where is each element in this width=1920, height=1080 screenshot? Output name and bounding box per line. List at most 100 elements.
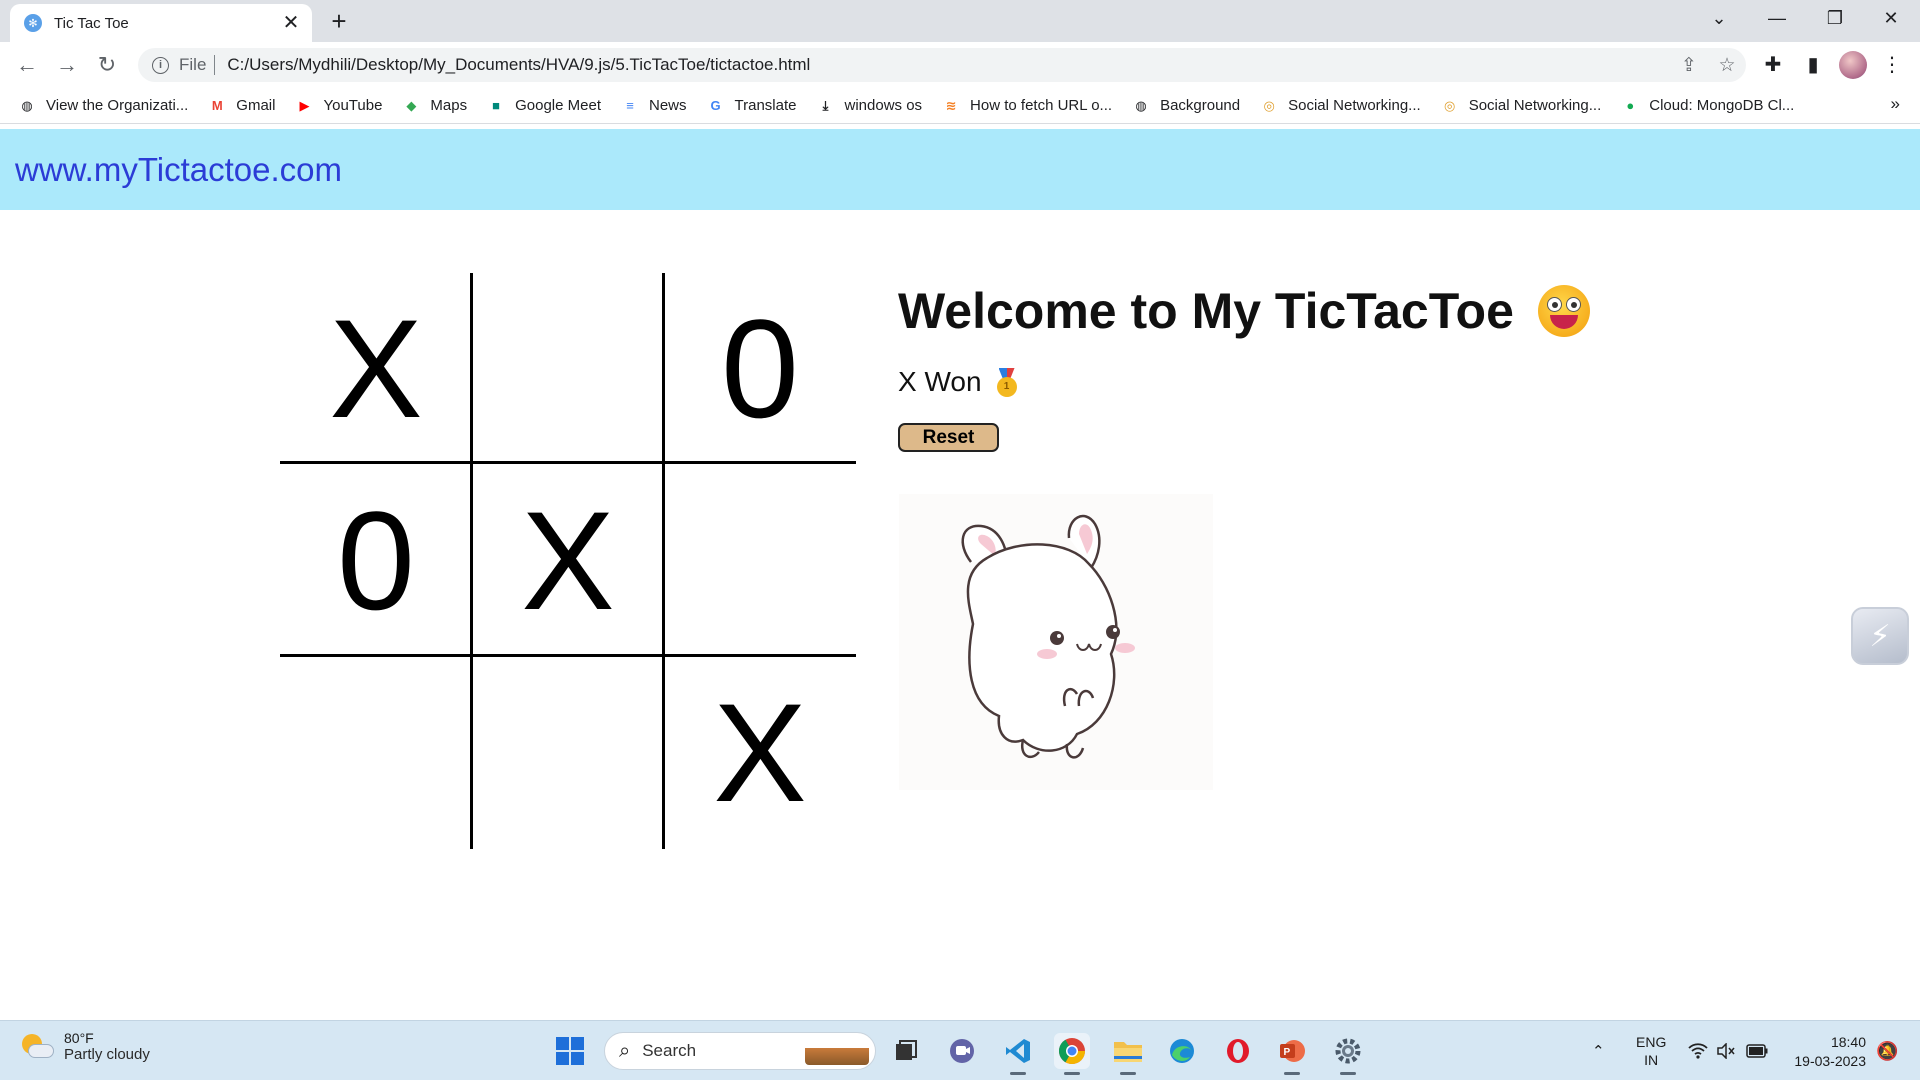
medal-icon: 1: [996, 368, 1018, 397]
tab-strip: ✻ Tic Tac Toe ✕ + ⌄ — ❐ ✕: [0, 0, 1920, 42]
bookmark-item[interactable]: ⤓ windows os: [817, 97, 923, 115]
board-cell-6[interactable]: [280, 657, 472, 849]
side-panel-icon[interactable]: ▮: [1798, 50, 1828, 80]
reload-button[interactable]: ↻: [92, 50, 122, 80]
site-info-icon[interactable]: i: [152, 56, 169, 74]
board-cell-4[interactable]: X: [472, 465, 664, 657]
board-cell-7[interactable]: [472, 657, 664, 849]
lightning-icon: ⚡: [1869, 619, 1891, 653]
lang-region: IN: [1644, 1052, 1659, 1068]
bookmark-item[interactable]: ◎ Social Networking...: [1260, 97, 1421, 115]
new-tab-button[interactable]: +: [324, 6, 354, 36]
bookmark-item[interactable]: ≡ News: [621, 97, 686, 115]
chrome-icon[interactable]: [1054, 1033, 1090, 1075]
edge-icon[interactable]: [1164, 1033, 1200, 1069]
bookmarks-overflow-icon[interactable]: »: [1891, 94, 1900, 114]
tab-title: Tic Tac Toe: [54, 14, 129, 32]
bookmark-star-icon[interactable]: ☆: [1708, 54, 1746, 77]
extensions-puzzle-icon[interactable]: ✚: [1758, 50, 1788, 80]
bookmark-label: Translate: [734, 97, 797, 114]
wifi-icon[interactable]: [1688, 1021, 1708, 1080]
minimize-button[interactable]: —: [1748, 0, 1806, 38]
omnibox-separator: [214, 55, 216, 75]
task-view-icon[interactable]: [888, 1033, 924, 1069]
forward-button[interactable]: →: [52, 50, 82, 80]
board-grid-line: [470, 273, 473, 849]
lang-code: ENG: [1636, 1034, 1667, 1050]
maps-icon: ◆: [406, 97, 417, 113]
browser-tab-active[interactable]: ✻ Tic Tac Toe ✕: [10, 4, 312, 42]
bookmark-label: YouTube: [323, 97, 383, 114]
bookmark-label: Maps: [430, 97, 468, 114]
bookmark-item[interactable]: ● Cloud: MongoDB Cl...: [1621, 97, 1794, 115]
board-grid-line: [280, 654, 856, 657]
system-clock[interactable]: 18:40 19-03-2023: [1786, 1033, 1866, 1071]
bookmark-label: Social Networking...: [1288, 97, 1421, 114]
address-bar[interactable]: i File C:/Users/Mydhili/Desktop/My_Docum…: [138, 48, 1746, 82]
bookmark-item[interactable]: G Translate: [707, 97, 797, 115]
bookmark-item[interactable]: ◆ Maps: [402, 97, 467, 115]
board-grid-line: [662, 273, 665, 849]
bookmark-label: windows os: [844, 97, 923, 114]
board-cell-1[interactable]: [472, 273, 664, 465]
profile-avatar[interactable]: [1839, 51, 1867, 79]
powerpoint-icon[interactable]: P: [1274, 1033, 1310, 1075]
bookmark-label: View the Organizati...: [46, 97, 189, 114]
reset-button[interactable]: Reset: [898, 423, 999, 452]
file-explorer-icon[interactable]: [1110, 1033, 1146, 1075]
close-window-button[interactable]: ✕: [1862, 0, 1920, 38]
settings-gear-icon[interactable]: [1330, 1033, 1366, 1075]
share-icon[interactable]: ⇪: [1670, 54, 1708, 77]
tab-close-icon[interactable]: ✕: [280, 12, 302, 34]
page-title: Welcome to My TicTacToe: [898, 282, 1590, 340]
board-cell-3[interactable]: 0: [280, 465, 472, 657]
site-header-link[interactable]: www.myTictactoe.com: [15, 151, 342, 189]
site-header: www.myTictactoe.com: [0, 129, 1920, 210]
floating-widget-button[interactable]: ⚡: [1851, 607, 1909, 665]
bookmark-item[interactable]: ◍ Background: [1132, 97, 1240, 115]
tictactoe-board: X 0 0 X X: [280, 273, 856, 849]
weather-widget[interactable]: 80°F Partly cloudy: [20, 1030, 150, 1063]
volume-muted-icon[interactable]: [1716, 1021, 1736, 1080]
board-cell-2[interactable]: 0: [664, 273, 856, 465]
notification-bell-icon[interactable]: 🔕: [1876, 1021, 1898, 1080]
url-text[interactable]: C:/Users/Mydhili/Desktop/My_Documents/HV…: [227, 55, 1670, 75]
board-cell-8[interactable]: X: [664, 657, 856, 849]
browser-toolbar: ← → ↻ i File C:/Users/Mydhili/Desktop/My…: [0, 42, 1920, 88]
show-hidden-icons-chevron-icon[interactable]: ⌃: [1592, 1021, 1605, 1080]
meet-icon: ■: [492, 98, 501, 113]
input-language[interactable]: ENG IN: [1636, 1033, 1666, 1069]
web-page: www.myTictactoe.com X 0 0 X X Welcome to…: [0, 124, 1920, 1020]
bookmark-item[interactable]: M Gmail: [208, 97, 276, 115]
tab-search-button[interactable]: ⌄: [1690, 0, 1748, 38]
taskbar-search-box[interactable]: ⌕ Search: [604, 1032, 876, 1070]
bookmark-item[interactable]: ▶ YouTube: [295, 97, 382, 115]
partly-cloudy-icon: [20, 1032, 54, 1062]
bookmark-item[interactable]: ■ Google Meet: [487, 97, 601, 115]
board-cell-5[interactable]: [664, 465, 856, 657]
teams-chat-icon[interactable]: [944, 1033, 980, 1069]
news-icon: ≡: [626, 98, 634, 113]
scheme-label: File: [179, 55, 207, 74]
windows-start-icon[interactable]: [552, 1033, 588, 1069]
tab-favicon-icon: ✻: [24, 14, 42, 32]
bunny-illustration: [899, 494, 1213, 790]
mongodb-icon: ●: [1626, 98, 1635, 113]
bookmark-item[interactable]: ◍ View the Organizati...: [18, 97, 188, 115]
battery-icon[interactable]: [1746, 1021, 1768, 1080]
vscode-icon[interactable]: [1000, 1033, 1036, 1075]
page-title-text: Welcome to My TicTacToe: [898, 283, 1514, 339]
bookmark-label: Gmail: [236, 97, 276, 114]
download-icon: ⤓: [822, 97, 829, 113]
clock-time: 18:40: [1830, 1034, 1866, 1050]
board-grid-line: [280, 461, 856, 464]
clock-date: 19-03-2023: [1794, 1053, 1866, 1069]
menu-kebab-icon[interactable]: ⋮: [1877, 50, 1907, 80]
opera-icon[interactable]: [1220, 1033, 1256, 1069]
restore-button[interactable]: ❐: [1806, 0, 1864, 38]
bookmark-item[interactable]: ◎ Social Networking...: [1441, 97, 1601, 115]
board-cell-0[interactable]: X: [280, 273, 472, 465]
back-button[interactable]: ←: [12, 50, 42, 80]
bookmark-item[interactable]: ≋ How to fetch URL o...: [942, 97, 1112, 115]
game-status: X Won 1: [898, 366, 1018, 398]
